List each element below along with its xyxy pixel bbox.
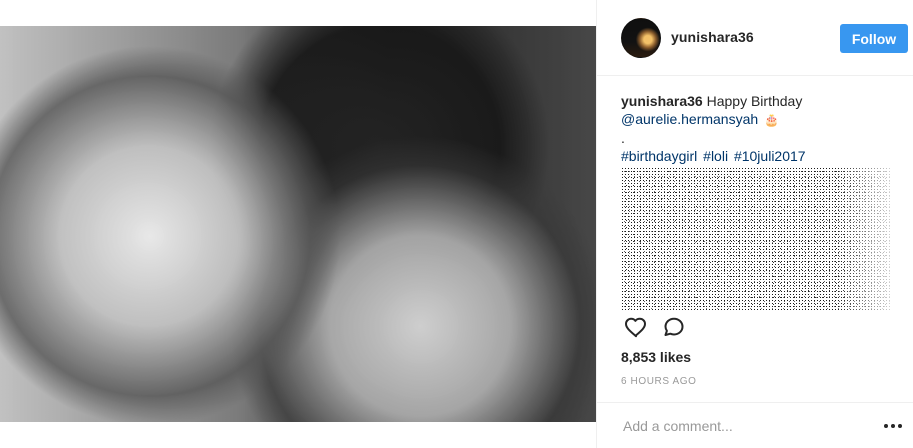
hashtag-birthdaygirl[interactable]: #birthdaygirl	[621, 148, 697, 164]
birthday-cake-emoji: 🎂	[764, 113, 780, 127]
likes-count[interactable]: 8,853 likes	[621, 349, 691, 365]
more-options-button[interactable]	[881, 418, 905, 434]
post-header: yunishara36 Follow	[597, 0, 913, 76]
caption-mention-link[interactable]: @aurelie.hermansyah	[621, 111, 758, 127]
user-avatar[interactable]	[621, 18, 661, 58]
post-sidebar: yunishara36 Follow yunishara36 Happy Bir…	[596, 0, 913, 448]
heart-outline-icon	[624, 316, 648, 343]
post-photo	[0, 26, 596, 422]
username-link[interactable]: yunishara36	[671, 29, 754, 45]
caption-text: Happy Birthday	[706, 93, 803, 109]
speech-bubble-outline-icon	[662, 315, 686, 344]
photo-image	[0, 26, 596, 422]
hashtag-loli[interactable]: #loli	[703, 148, 728, 164]
caption-dot-line: .	[621, 130, 625, 146]
like-button[interactable]	[621, 314, 651, 344]
comment-button[interactable]	[659, 314, 689, 344]
caption-line-2: @aurelie.hermansyah 🎂	[621, 110, 901, 129]
caption-line-1: yunishara36 Happy Birthday	[621, 92, 901, 110]
redacted-noise-block	[621, 167, 891, 311]
post-timestamp: 6 HOURS AGO	[621, 376, 697, 387]
follow-button[interactable]: Follow	[840, 24, 908, 53]
post-actions	[621, 314, 891, 346]
caption-hashtags: #birthdaygirl #loli #10juli2017	[621, 147, 901, 165]
hashtag-10juli2017[interactable]: #10juli2017	[734, 148, 806, 164]
comment-input[interactable]	[621, 416, 861, 436]
caption-username[interactable]: yunishara36	[621, 93, 703, 109]
instagram-post-page: yunishara36 Follow yunishara36 Happy Bir…	[0, 0, 913, 448]
three-dots-icon	[884, 424, 902, 428]
comment-bar	[597, 402, 913, 448]
post-caption: yunishara36 Happy Birthday @aurelie.herm…	[621, 92, 901, 165]
